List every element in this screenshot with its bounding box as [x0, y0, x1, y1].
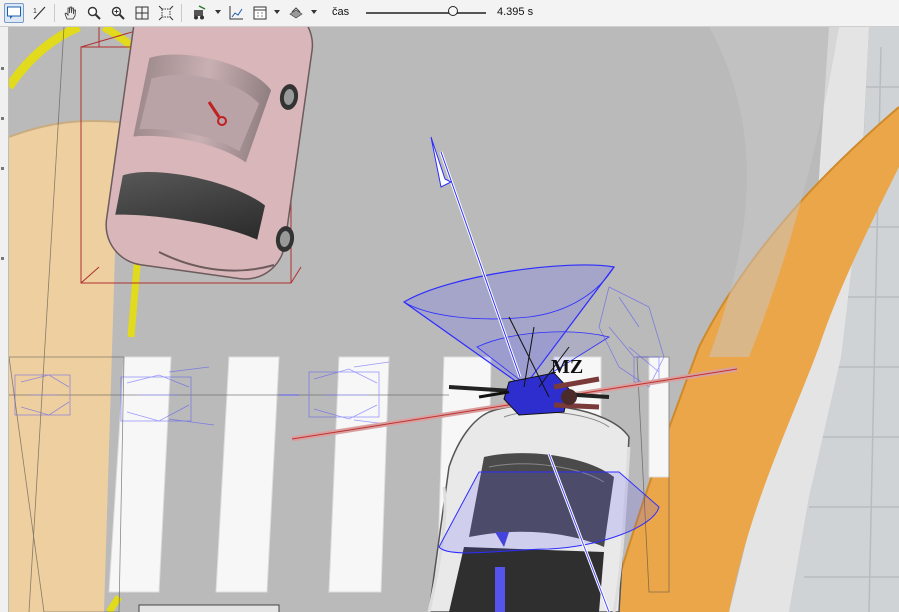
zoom-plus-icon[interactable]: [108, 3, 128, 23]
left-sidewalk: [9, 120, 119, 612]
time-slider-track[interactable]: [366, 12, 486, 14]
comment-icon[interactable]: [4, 3, 24, 23]
calendar-icon[interactable]: [250, 3, 270, 23]
time-label: čas: [332, 6, 350, 18]
simulation-icon[interactable]: [189, 3, 209, 23]
toolbar-separator: [54, 4, 55, 22]
svg-text:1: 1: [33, 8, 37, 15]
time-slider-thumb[interactable]: [448, 6, 458, 16]
simulation-dropdown-chevron-icon[interactable]: [215, 10, 221, 14]
time-value: 4.395 s: [497, 6, 534, 18]
fit-view-icon[interactable]: [156, 3, 176, 23]
pan-hand-icon[interactable]: [60, 3, 80, 23]
measure-icon[interactable]: 1: [29, 3, 49, 23]
bottom-object: [138, 604, 280, 612]
calendar-dropdown-chevron-icon[interactable]: [274, 10, 280, 14]
toolbar-separator: [181, 4, 182, 22]
left-ruler: [0, 27, 9, 612]
zoom-icon[interactable]: [84, 3, 104, 23]
zoom-window-icon[interactable]: [132, 3, 152, 23]
render-dropdown-chevron-icon[interactable]: [311, 10, 317, 14]
toolbar: 1 čas 4.395 s: [0, 0, 899, 27]
pink-car: [105, 27, 314, 280]
chart-icon[interactable]: [226, 3, 246, 23]
scene-viewport[interactable]: MZ: [9, 27, 899, 612]
render-icon[interactable]: [286, 3, 306, 23]
cyclist-label: MZ: [551, 356, 583, 378]
